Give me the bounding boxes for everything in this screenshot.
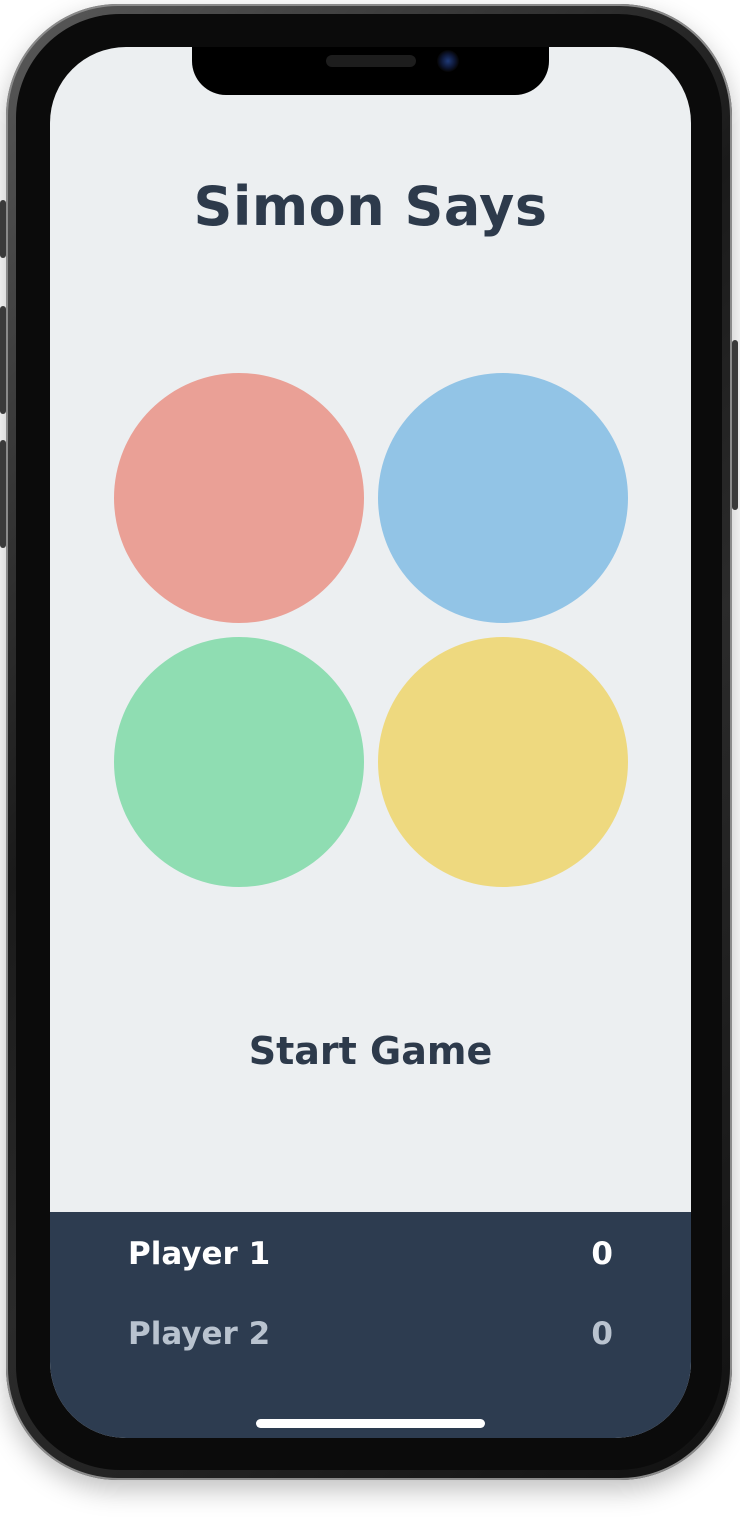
scoreboard: Player 1 0 Player 2 0 <box>50 1212 691 1438</box>
pad-green[interactable] <box>114 637 364 887</box>
home-indicator[interactable] <box>256 1419 485 1428</box>
volume-up-button <box>0 306 6 414</box>
mute-switch <box>0 200 6 258</box>
player-2-score: 0 <box>591 1316 613 1352</box>
start-game-button[interactable]: Start Game <box>220 1025 521 1077</box>
speaker-grille <box>326 55 416 67</box>
player-1-row: Player 1 0 <box>128 1236 613 1276</box>
notch <box>192 47 549 95</box>
power-button <box>732 340 738 510</box>
page-title: Simon Says <box>193 175 548 238</box>
app-screen: Simon Says Start Game Player 1 0 Player … <box>50 47 691 1438</box>
volume-down-button <box>0 440 6 548</box>
pad-blue[interactable] <box>378 373 628 623</box>
player-2-name: Player 2 <box>128 1316 271 1352</box>
pad-red[interactable] <box>114 373 364 623</box>
pad-yellow[interactable] <box>378 637 628 887</box>
front-camera <box>437 50 459 72</box>
player-2-row: Player 2 0 <box>128 1316 613 1356</box>
player-1-score: 0 <box>591 1236 613 1272</box>
player-1-name: Player 1 <box>128 1236 271 1272</box>
